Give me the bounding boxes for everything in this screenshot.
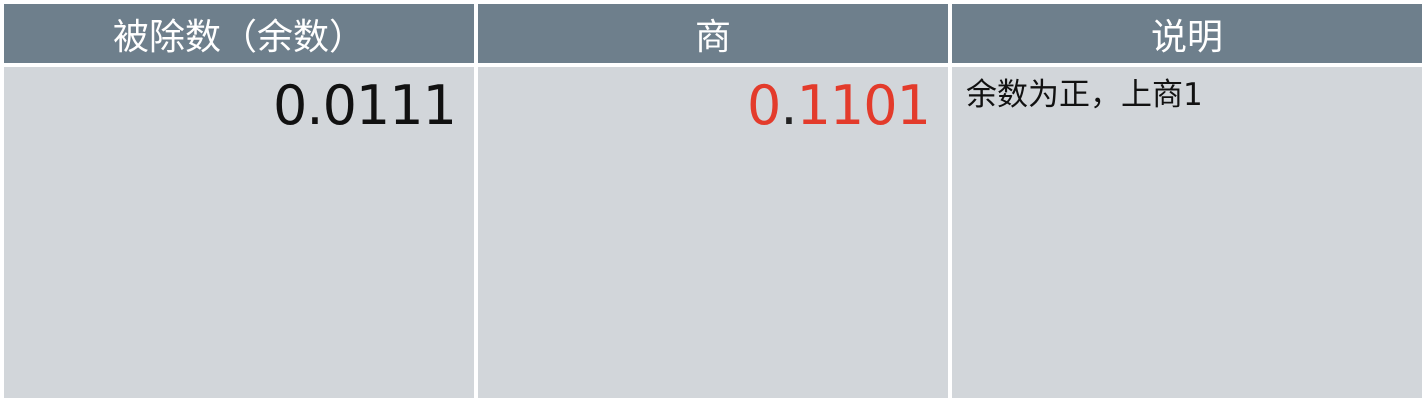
header-quotient: 商 [478,4,948,63]
quotient-point: . [780,74,797,137]
header-dividend: 被除数（余数） [4,4,474,63]
cell-note [952,67,1422,398]
note-text: 余数为正，上商1 [966,77,1203,113]
header-note: 说明 [952,4,1422,63]
division-table: 被除数（余数） 商 说明 0.0111 0.1101 余数为正，上商1 [0,0,1426,402]
dividend-value: 0.0111 [273,74,457,137]
quotient-integer: 0 [747,74,781,137]
quotient-value: 0.1101 [478,78,931,134]
quotient-fraction: 1101 [796,74,931,137]
